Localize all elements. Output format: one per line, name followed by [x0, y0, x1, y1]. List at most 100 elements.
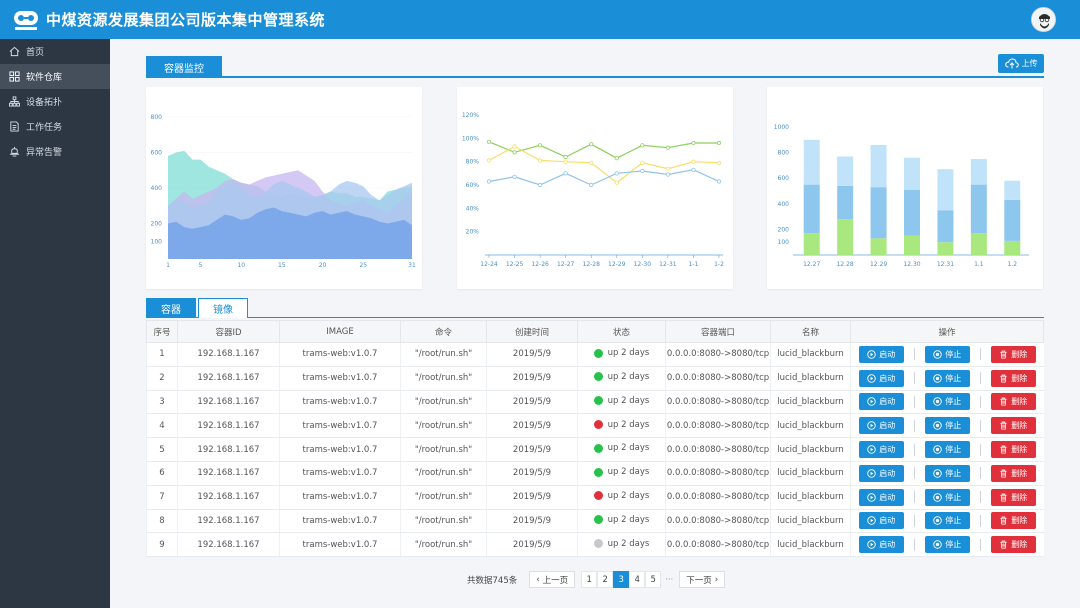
cell-image: trams-web:v1.0.7 — [279, 366, 401, 391]
stop-button[interactable]: 停止 — [924, 536, 970, 554]
page-3[interactable]: 3 — [613, 571, 630, 588]
line-point — [563, 154, 568, 160]
delete-button[interactable]: 删除 — [990, 393, 1036, 411]
stop-circle-icon — [933, 445, 942, 454]
cell-no: 8 — [146, 509, 178, 534]
play-circle-icon — [867, 492, 876, 502]
delete-button[interactable]: 删除 — [990, 369, 1036, 387]
start-button[interactable]: 启动 — [858, 441, 904, 459]
cell-image: trams-web:v1.0.7 — [279, 437, 401, 462]
sidebar-item-home[interactable]: 首页 — [0, 39, 110, 64]
cell-command: "/root/run.sh" — [400, 342, 487, 367]
cell-name: lucid_blackburn — [770, 532, 851, 558]
delete-button[interactable]: 删除 — [990, 488, 1036, 506]
tab-container-monitor[interactable]: 容器监控 — [146, 56, 222, 78]
status-dot — [593, 420, 603, 430]
stop-circle-icon — [933, 516, 942, 526]
grid-icon — [9, 71, 20, 82]
play-circle-icon — [867, 469, 876, 478]
user-avatar[interactable] — [1031, 7, 1056, 32]
stop-button[interactable]: 停止 — [924, 464, 970, 482]
cell-name: lucid_blackburn — [770, 509, 851, 534]
delete-label: 删除 — [1011, 516, 1028, 526]
delete-button[interactable]: 删除 — [990, 441, 1036, 459]
row-actions: 启动 停止 删除 — [851, 417, 1044, 435]
divider — [913, 514, 915, 527]
stop-circle-icon — [933, 540, 942, 549]
line-point — [665, 172, 670, 177]
table-row: 5 192.168.1.167 trams-web:v1.0.7 "/root/run… — [146, 437, 1044, 462]
upload-button[interactable]: 上传 — [998, 54, 1044, 73]
sidebar-item-alerts[interactable]: 异常告警 — [0, 139, 110, 164]
line-point — [691, 140, 696, 146]
line-point — [538, 182, 543, 188]
bar-segment — [904, 189, 920, 236]
cell-status: up 2 days — [577, 461, 666, 486]
col-header-image: IMAGE — [279, 320, 401, 343]
status-text: up 2 days — [607, 467, 650, 478]
cell-status: up 2 days — [577, 485, 666, 510]
cell-status: up 2 days — [577, 366, 666, 391]
play-circle-icon — [867, 373, 876, 383]
status-dot — [593, 539, 603, 549]
divider — [913, 538, 915, 551]
col-header-command: 命令 — [400, 320, 487, 343]
cell-port: 0.0.0.0:8080->8080/tcp — [665, 509, 771, 534]
tab-images[interactable]: 镜像 — [198, 298, 248, 318]
divider — [979, 491, 981, 504]
stop-button[interactable]: 停止 — [924, 488, 970, 506]
start-button[interactable]: 启动 — [858, 345, 904, 363]
page-4[interactable]: 4 — [629, 571, 646, 588]
start-button[interactable]: 启动 — [858, 536, 904, 554]
page-2[interactable]: 2 — [597, 571, 614, 588]
cell-status: up 2 days — [577, 413, 666, 439]
stop-button[interactable]: 停止 — [924, 369, 970, 387]
stop-button[interactable]: 停止 — [924, 512, 970, 530]
bar-segment — [937, 169, 954, 211]
trash-icon — [1000, 469, 1007, 478]
start-button[interactable]: 启动 — [858, 393, 904, 411]
cell-container-id: 192.168.1.167 — [177, 437, 280, 462]
divider — [913, 443, 915, 456]
cell-no: 1 — [146, 342, 178, 367]
stop-button[interactable]: 停止 — [924, 417, 970, 435]
stop-button[interactable]: 停止 — [924, 345, 970, 363]
stop-button[interactable]: 停止 — [924, 441, 970, 459]
start-button[interactable]: 启动 — [858, 417, 904, 435]
page-1[interactable]: 1 — [581, 571, 598, 588]
prev-page-button[interactable]: ‹ 上一页 — [529, 571, 576, 588]
stop-button[interactable]: 停止 — [924, 393, 970, 411]
delete-button[interactable]: 删除 — [990, 512, 1036, 530]
divider — [979, 372, 981, 385]
start-button[interactable]: 启动 — [858, 464, 904, 482]
y-tick-label: 100% — [462, 135, 479, 142]
y-tick-label: 100 — [778, 239, 790, 246]
page-5[interactable]: 5 — [645, 571, 662, 588]
sidebar-item-label: 设备拓扑 — [26, 98, 63, 108]
delete-button[interactable]: 删除 — [990, 464, 1036, 482]
cell-port: 0.0.0.0:8080->8080/tcp — [665, 413, 771, 439]
col-header-created: 创建时间 — [486, 320, 578, 343]
y-tick-label: 800 — [151, 114, 163, 121]
line-point — [538, 158, 543, 163]
start-label: 启动 — [879, 397, 896, 407]
sidebar-item-software-repo[interactable]: 软件仓库 — [0, 64, 110, 89]
next-page-button[interactable]: 下一页 › — [679, 571, 726, 588]
start-button[interactable]: 启动 — [858, 369, 904, 387]
tab-containers[interactable]: 容器 — [146, 298, 196, 318]
cell-command: "/root/run.sh" — [400, 461, 487, 486]
divider — [913, 491, 915, 504]
start-button[interactable]: 启动 — [858, 512, 904, 530]
status-dot — [593, 491, 603, 501]
line-point — [589, 160, 594, 165]
sidebar-item-tasks[interactable]: 工作任务 — [0, 114, 110, 139]
cloud-upload-icon — [1004, 58, 1019, 69]
sidebar-item-topology[interactable]: 设备拓扑 — [0, 89, 110, 114]
delete-button[interactable]: 删除 — [990, 536, 1036, 554]
delete-button[interactable]: 删除 — [990, 345, 1036, 363]
line-point — [538, 143, 543, 148]
start-button[interactable]: 启动 — [858, 488, 904, 506]
delete-button[interactable]: 删除 — [990, 417, 1036, 435]
trash-icon — [1000, 421, 1007, 430]
cell-actions: 启动 停止 删除 — [850, 366, 1044, 391]
